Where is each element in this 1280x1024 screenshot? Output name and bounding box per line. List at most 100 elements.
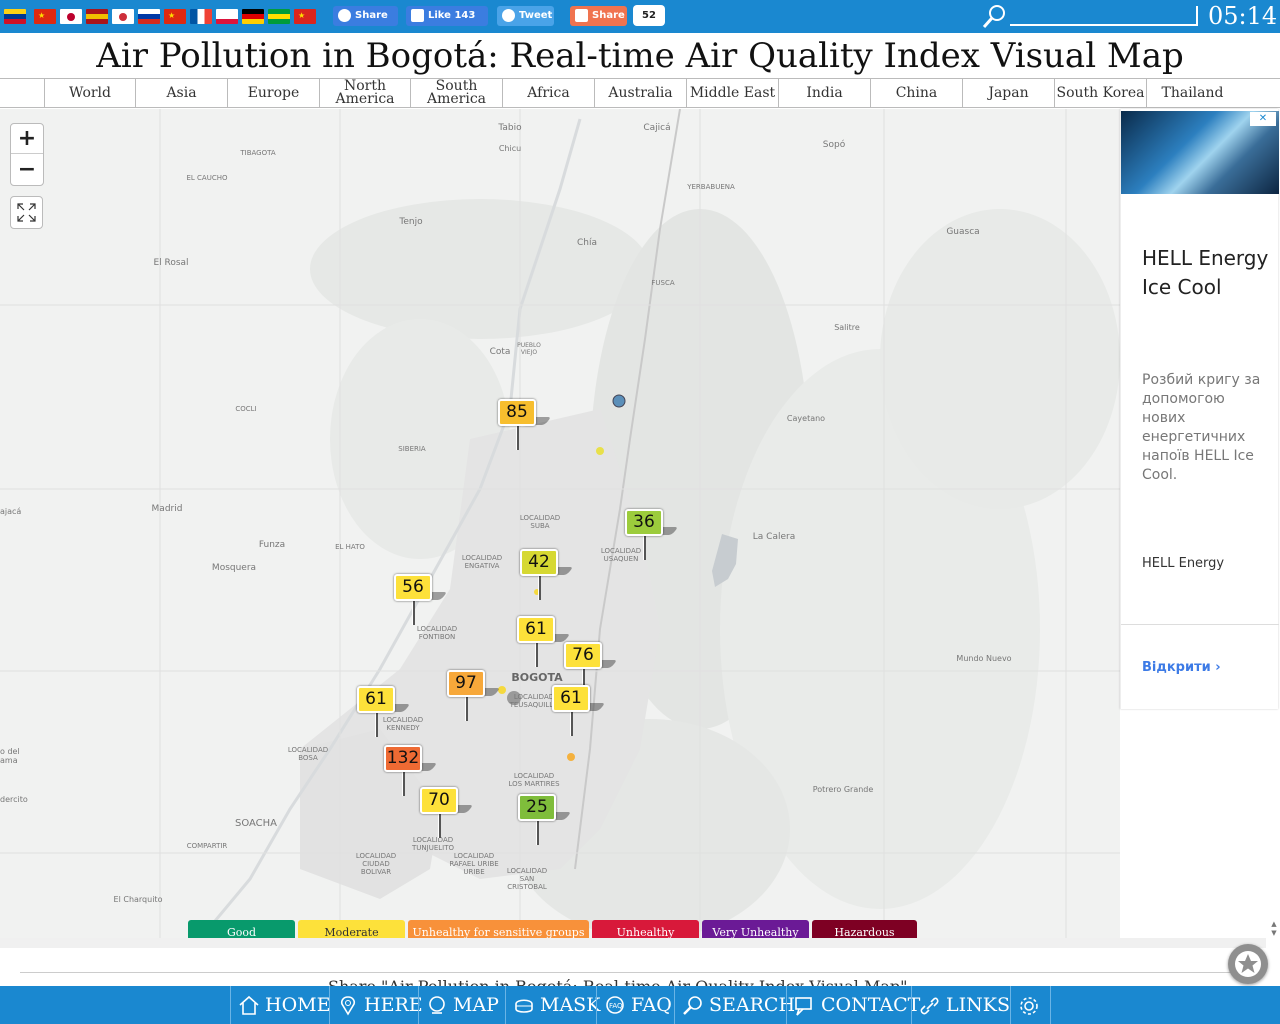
zoom-controls: + − [10,123,44,186]
nav-home[interactable]: HOME [230,986,331,1024]
zoom-out-button[interactable]: − [11,155,43,185]
nav-label: MAP [453,994,499,1016]
fullscreen-button[interactable] [10,196,43,229]
aqi-value: 76 [564,642,602,669]
tab-australia[interactable]: Australia [594,79,686,107]
nav-settings[interactable] [1010,986,1050,1024]
place-label: Cota [489,347,511,357]
place-label: Chía [576,238,598,248]
region-tabs: World Asia Europe North America South Americ… [0,78,1280,108]
marker-stem [570,712,573,736]
place-label: Potrero Grande [812,785,874,794]
aqi-station-marker[interactable]: 42 [520,549,574,619]
place-label: La Calera [752,532,796,542]
hongkong-flag[interactable]: ★ [164,9,186,24]
marker-stem [538,576,541,600]
nav-faq[interactable]: FAQ FAQ [596,986,674,1024]
spain-flag[interactable] [86,9,108,24]
aqi-station-marker[interactable]: 36 [625,509,679,579]
top-bar: ★ ★ ★ Share Like 143 Tweet Share 52 05:14 [0,0,1280,33]
place-label: COCLI [235,405,257,413]
marker-stem [375,713,378,737]
place-label: El Rosal [153,258,189,268]
map[interactable]: Tabio Cajicá Chicu Sopó TIBAGOTA EL CAUCHO YER… [0,109,1120,942]
place-label: EL HATO [335,543,365,551]
tab-china[interactable]: China [870,79,962,107]
aqi-station-marker[interactable]: 70 [420,787,474,857]
nav-search[interactable]: SEARCH [674,986,795,1024]
nav-label: FAQ [631,994,672,1016]
tab-south-america[interactable]: South America [410,79,502,107]
tweet-button[interactable]: Tweet [497,6,554,26]
brazil-flag[interactable] [268,9,290,24]
aqi-value: 56 [394,574,432,601]
ad-brand: HELL Energy [1142,556,1225,571]
scroll-arrows[interactable]: ▲ ▼ [1268,920,1280,948]
nav-label: HOME [265,994,331,1016]
tab-middle-east[interactable]: Middle East [686,79,778,107]
tab-africa[interactable]: Africa [502,79,594,107]
japan-flag[interactable] [60,9,82,24]
ad-open-button[interactable]: Відкрити › [1142,660,1221,675]
settings-icon [1020,997,1038,1015]
germany-flag[interactable] [242,9,264,24]
search-icon[interactable] [980,2,1010,30]
aqi-station-marker[interactable]: 132 [384,745,438,815]
plus-icon [575,9,588,22]
aqi-station-marker[interactable]: 85 [498,399,552,469]
korea-flag[interactable] [112,9,134,24]
aqi-value: 97 [447,670,485,697]
tab-asia[interactable]: Asia [135,79,227,107]
tab-japan[interactable]: Japan [962,79,1054,107]
expand-icon [17,203,36,222]
marker-stem [438,814,441,838]
facebook-like-button[interactable]: Like 143 [406,6,488,26]
aqi-station-marker[interactable]: 61 [552,685,606,755]
nav-links[interactable]: LINKS [911,986,1010,1024]
aqi-station-marker[interactable]: 25 [518,794,572,864]
place-label: COMPARTIR [186,842,228,850]
tab-europe[interactable]: Europe [227,79,319,107]
tab-india[interactable]: India [778,79,870,107]
advertisement[interactable]: ✕ HELL Energy Ice Cool Розбий кригу за д… [1120,109,1279,709]
place-label: LOCALIDAD CIUDAD BOLIVAR [355,852,397,876]
nav-mask[interactable]: MASK [505,986,600,1024]
horizontal-scrollbar[interactable] [0,938,1266,948]
ad-description: Розбий кригу за допомогою нових енергети… [1142,372,1261,483]
aqi-station-marker[interactable]: 97 [447,670,501,740]
nav-contact[interactable]: CONTACT [786,986,920,1024]
marker-stem [535,643,538,667]
tab-thailand[interactable]: Thailand [1146,79,1238,107]
place-label: Funza [258,540,286,550]
share-count: 52 [633,5,665,26]
divider [1050,986,1051,1024]
ad-close-button[interactable]: ✕ [1250,112,1276,126]
tab-south-korea[interactable]: South Korea [1054,79,1146,107]
facebook-icon [338,9,351,22]
nav-here[interactable]: HERE [329,986,423,1024]
svg-text:FAQ: FAQ [609,1002,623,1010]
facebook-share-button[interactable]: Share [333,6,398,26]
tab-north-america[interactable]: North America [319,79,410,107]
nav-map[interactable]: MAP [418,986,505,1024]
place-label: ajacá [0,507,22,516]
russia-flag[interactable] [138,9,160,24]
colombia-flag[interactable] [4,9,26,24]
addthis-share-button[interactable]: Share [570,6,627,26]
tab-world[interactable]: World [44,79,135,107]
vietnam-flag[interactable]: ★ [294,9,316,24]
place-label: TIBAGOTA [240,149,276,157]
search-input[interactable] [1010,6,1198,26]
france-flag[interactable] [190,9,212,24]
nav-label: CONTACT [821,994,921,1016]
aqi-station-marker[interactable]: 56 [394,574,448,644]
poland-flag[interactable] [216,9,238,24]
place-label: SIBERIA [398,445,426,453]
zoom-in-button[interactable]: + [11,124,43,154]
place-label: FUSCA [651,279,675,287]
place-label: Cajicá [643,123,671,133]
china-flag[interactable]: ★ [34,9,56,24]
aqi-station-marker[interactable]: 61 [517,616,571,686]
place-label: SOACHA [234,818,278,829]
favorite-button[interactable] [1228,944,1268,984]
